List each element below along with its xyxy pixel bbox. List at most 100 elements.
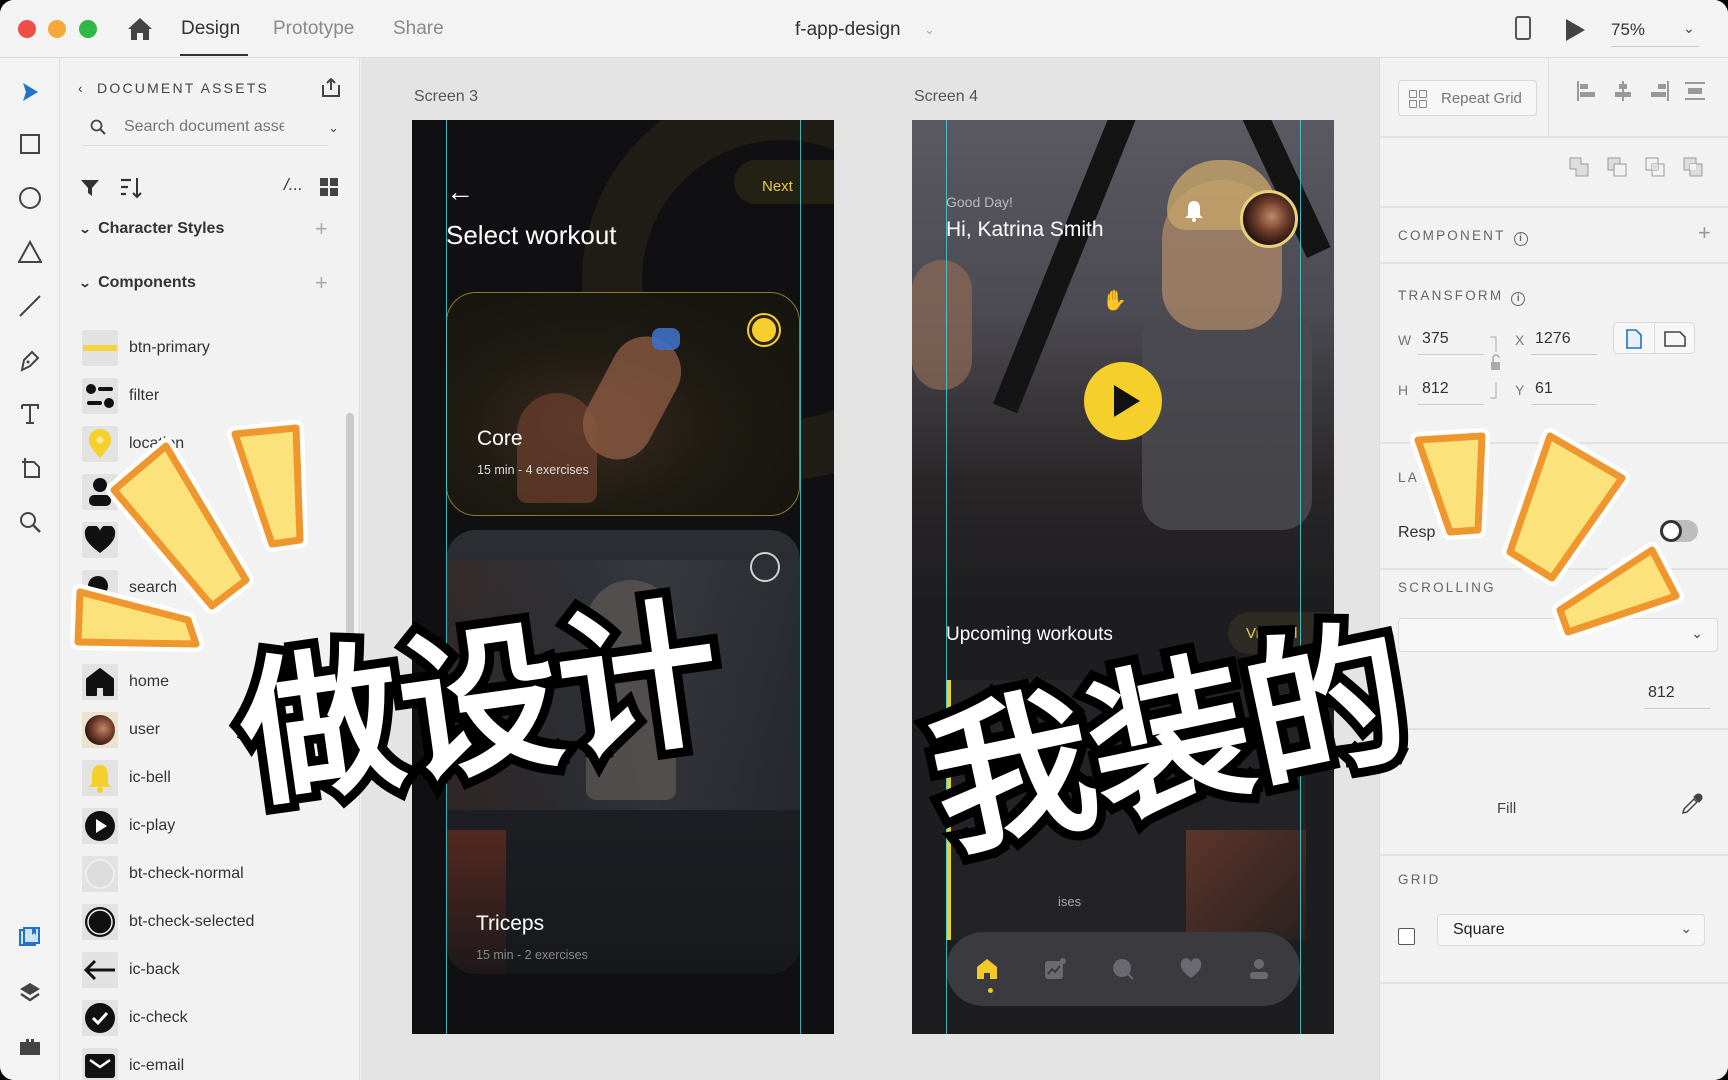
search-filter-chevron-icon[interactable]: ⌄ — [328, 120, 339, 136]
artboard-tool-icon[interactable] — [18, 456, 42, 480]
component-item[interactable]: bt-check-selected — [82, 904, 322, 940]
nav-activity-icon[interactable] — [1044, 958, 1066, 980]
close-window-button[interactable] — [18, 20, 36, 38]
filter-icon[interactable] — [80, 178, 100, 198]
zoom-dropdown-chevron-icon[interactable]: ⌄ — [1683, 20, 1695, 37]
add-character-style-button[interactable]: + — [315, 216, 328, 242]
zoom-tool-icon[interactable] — [18, 510, 42, 534]
assets-search-field[interactable] — [82, 110, 328, 146]
align-right-icon[interactable] — [1648, 80, 1670, 102]
section-character-styles[interactable]: ⌄ Character Styles — [78, 220, 224, 238]
divider — [1380, 854, 1728, 856]
zoom-level[interactable]: 75% — [1611, 20, 1645, 40]
polygon-tool-icon[interactable] — [18, 240, 42, 264]
pen-tool-icon[interactable] — [18, 348, 42, 372]
landscape-icon[interactable] — [1664, 331, 1686, 347]
fill-label: Fill — [1497, 800, 1517, 817]
rectangle-tool-icon[interactable] — [18, 132, 42, 156]
tab-prototype[interactable]: Prototype — [273, 18, 354, 40]
artboard-screen-4[interactable]: Good Day! Hi, Katrina Smith ✋ Upcoming w… — [912, 120, 1334, 1034]
sort-icon[interactable] — [120, 176, 142, 200]
back-chevron-icon[interactable]: ‹ — [78, 80, 97, 96]
artboard-label-screen-3[interactable]: Screen 3 — [414, 88, 478, 106]
minimize-window-button[interactable] — [48, 20, 66, 38]
back-arrow-icon[interactable]: ← — [446, 176, 474, 208]
field-underline — [1531, 404, 1597, 405]
add-component-button[interactable]: + — [315, 270, 328, 296]
component-item[interactable]: btn-primary — [82, 330, 322, 366]
radio-selected-icon[interactable] — [749, 315, 779, 345]
component-item[interactable]: ic-check — [82, 1000, 322, 1036]
assets-panel-icon[interactable] — [18, 926, 42, 950]
radio-selected-icon — [82, 904, 118, 940]
component-item[interactable]: bt-check-normal — [82, 856, 322, 892]
text-tool-icon[interactable] — [18, 402, 42, 426]
x-field[interactable]: 1276 — [1535, 330, 1571, 348]
ellipse-tool-icon[interactable] — [18, 186, 42, 210]
active-tab-indicator — [180, 54, 248, 56]
email-icon — [82, 1048, 118, 1080]
bell-icon — [82, 760, 118, 796]
layers-panel-icon[interactable] — [18, 980, 42, 1004]
artboard-label-screen-4[interactable]: Screen 4 — [914, 88, 978, 106]
component-item[interactable]: ic-email — [82, 1048, 322, 1080]
home-icon[interactable] — [126, 16, 154, 42]
assets-search-input[interactable] — [124, 116, 284, 138]
tab-design[interactable]: Design — [181, 18, 240, 40]
grid-view-icon[interactable] — [320, 178, 338, 196]
section-components[interactable]: ⌄ Components — [78, 274, 195, 292]
boolean-exclude-icon[interactable] — [1682, 156, 1704, 178]
play-preview-icon[interactable] — [1566, 19, 1585, 41]
info-icon[interactable]: i — [1511, 292, 1526, 306]
align-left-icon[interactable] — [1576, 80, 1598, 102]
lock-aspect-icon[interactable] — [1488, 336, 1502, 400]
component-item[interactable]: filter — [82, 378, 322, 414]
boolean-add-icon[interactable] — [1568, 156, 1590, 178]
width-field[interactable]: 375 — [1422, 330, 1449, 348]
nav-favorites-icon[interactable] — [1180, 958, 1202, 980]
assets-header[interactable]: ‹ DOCUMENT ASSETS — [78, 80, 269, 96]
artboard-screen-3[interactable]: ← Next Select workout Core 15 min - 4 ex… — [412, 120, 834, 1034]
radio-empty-icon[interactable] — [750, 552, 780, 582]
export-assets-icon[interactable] — [320, 78, 342, 98]
plugins-panel-icon[interactable] — [18, 1034, 42, 1058]
orientation-toggle[interactable] — [1613, 322, 1695, 354]
filter-icon — [82, 378, 118, 414]
boolean-intersect-icon[interactable] — [1644, 156, 1666, 178]
grid-enable-checkbox[interactable] — [1398, 928, 1415, 945]
info-icon[interactable]: i — [1513, 232, 1528, 246]
document-title[interactable]: f-app-design — [795, 19, 901, 41]
component-item[interactable]: ic-back — [82, 952, 322, 988]
align-center-icon[interactable] — [1612, 80, 1634, 102]
bell-icon[interactable] — [1184, 200, 1204, 222]
grid-type-dropdown[interactable]: Square ⌄ — [1437, 914, 1705, 946]
play-button[interactable] — [1084, 362, 1162, 440]
workout-card-core[interactable]: Core 15 min - 4 exercises — [446, 292, 800, 516]
nav-home-icon[interactable] — [976, 958, 998, 980]
repeat-grid-section — [1380, 138, 1728, 208]
boolean-subtract-icon[interactable] — [1606, 156, 1628, 178]
line-tool-icon[interactable] — [18, 294, 42, 318]
zoom-underline — [1611, 46, 1699, 47]
repeat-grid-button[interactable]: Repeat Grid — [1398, 80, 1537, 116]
y-field[interactable]: 61 — [1535, 380, 1553, 398]
select-tool-icon[interactable] — [18, 80, 42, 104]
viewport-height-field[interactable]: 812 — [1648, 684, 1675, 702]
user-avatar[interactable] — [1240, 190, 1298, 248]
portrait-icon[interactable] — [1626, 329, 1642, 349]
path-view-toggle[interactable]: /... — [284, 175, 303, 195]
device-preview-icon[interactable] — [1515, 16, 1531, 40]
eyedropper-icon[interactable] — [1680, 792, 1704, 816]
maximize-window-button[interactable] — [79, 20, 97, 38]
field-underline — [1531, 354, 1597, 355]
height-field[interactable]: 812 — [1422, 380, 1449, 398]
next-button[interactable]: Next — [762, 178, 793, 195]
chevron-down-icon[interactable]: ⌄ — [924, 22, 935, 38]
nav-search-icon[interactable] — [1112, 958, 1134, 980]
tab-share[interactable]: Share — [393, 18, 444, 40]
greeting-text: Good Day! — [946, 194, 1013, 210]
distribute-horizontal-icon[interactable] — [1684, 80, 1706, 102]
add-component-state-button[interactable]: + — [1698, 220, 1711, 246]
nav-profile-icon[interactable] — [1248, 958, 1270, 980]
workout-name: Core — [477, 427, 523, 450]
